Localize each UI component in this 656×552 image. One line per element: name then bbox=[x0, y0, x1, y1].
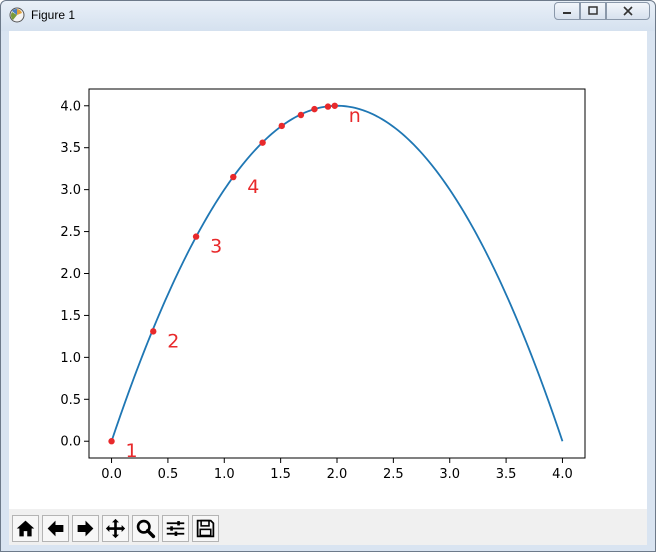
subplots-button[interactable] bbox=[162, 515, 189, 542]
y-tick-label: 4.0 bbox=[60, 99, 81, 114]
data-point bbox=[192, 233, 200, 240]
x-tick-label: 3.0 bbox=[439, 467, 460, 482]
data-point bbox=[297, 111, 305, 119]
data-point bbox=[324, 103, 332, 110]
matplotlib-figure-icon bbox=[9, 7, 25, 23]
data-point bbox=[150, 328, 157, 335]
data-point bbox=[278, 122, 285, 130]
point-annotation: 2 bbox=[167, 330, 179, 352]
back-button[interactable] bbox=[42, 515, 69, 542]
zoom-icon bbox=[136, 519, 156, 539]
point-annotation: n bbox=[349, 105, 361, 127]
x-tick-label: 2.0 bbox=[327, 467, 348, 482]
data-point bbox=[259, 139, 266, 146]
pan-button[interactable] bbox=[102, 515, 129, 542]
x-tick-label: 0.0 bbox=[101, 467, 122, 482]
forward-button[interactable] bbox=[72, 515, 99, 542]
forward-arrow-icon bbox=[77, 520, 94, 537]
close-icon bbox=[623, 6, 633, 16]
y-tick-label: 3.0 bbox=[60, 183, 81, 198]
y-tick-label: 2.5 bbox=[60, 225, 81, 240]
figure-canvas[interactable]: 0.0 0.5 1.0 1.5 2.0 2.5 3.0 3.5 4.0 0.0 0.5 1.0 1.5… bbox=[9, 31, 647, 545]
x-tick-label: 2.5 bbox=[383, 467, 404, 482]
window-controls bbox=[554, 2, 650, 21]
data-point bbox=[108, 438, 115, 445]
data-point bbox=[331, 102, 338, 109]
y-tick-label: 1.5 bbox=[60, 309, 81, 324]
data-point bbox=[230, 173, 237, 181]
pan-icon bbox=[105, 518, 126, 539]
x-tick-label: 1.5 bbox=[270, 467, 291, 482]
x-tick-label: 1.0 bbox=[214, 467, 235, 482]
y-tick-label: 0.5 bbox=[60, 393, 81, 408]
y-tick-label: 3.5 bbox=[60, 141, 81, 156]
point-annotation: 1 bbox=[126, 440, 138, 462]
subplots-icon bbox=[166, 521, 185, 536]
chart: 0.0 0.5 1.0 1.5 2.0 2.5 3.0 3.5 4.0 0.0 0.5 1.0 1.5… bbox=[60, 88, 586, 482]
save-icon bbox=[196, 519, 215, 538]
window-title: Figure 1 bbox=[31, 8, 76, 22]
title-bar[interactable]: Figure 1 bbox=[1, 1, 655, 31]
x-tick-label: 3.5 bbox=[496, 467, 517, 482]
maximize-icon bbox=[588, 6, 598, 15]
point-annotation: 4 bbox=[247, 176, 259, 198]
data-point bbox=[311, 105, 318, 113]
maximize-button[interactable] bbox=[580, 2, 606, 20]
save-button[interactable] bbox=[192, 515, 219, 542]
point-annotation: 3 bbox=[210, 236, 222, 258]
back-arrow-icon bbox=[47, 520, 64, 537]
plot-area bbox=[88, 88, 586, 459]
y-tick-label: 0.0 bbox=[60, 435, 81, 450]
figure-window: Figure 1 0.0 0.5 1.0 1.5 2.0 2.5 3.0 3.5 4.0 0.0… bbox=[0, 0, 656, 552]
navigation-toolbar bbox=[9, 509, 647, 545]
x-tick-label: 0.5 bbox=[158, 467, 179, 482]
minimize-button[interactable] bbox=[554, 2, 580, 20]
close-button[interactable] bbox=[606, 2, 650, 20]
home-icon bbox=[16, 520, 35, 537]
x-tick-label: 4.0 bbox=[552, 467, 573, 482]
home-button[interactable] bbox=[12, 515, 39, 542]
minimize-icon bbox=[563, 12, 571, 14]
y-tick-label: 1.0 bbox=[60, 351, 81, 366]
zoom-button[interactable] bbox=[132, 515, 159, 542]
y-tick-label: 2.0 bbox=[60, 267, 81, 282]
